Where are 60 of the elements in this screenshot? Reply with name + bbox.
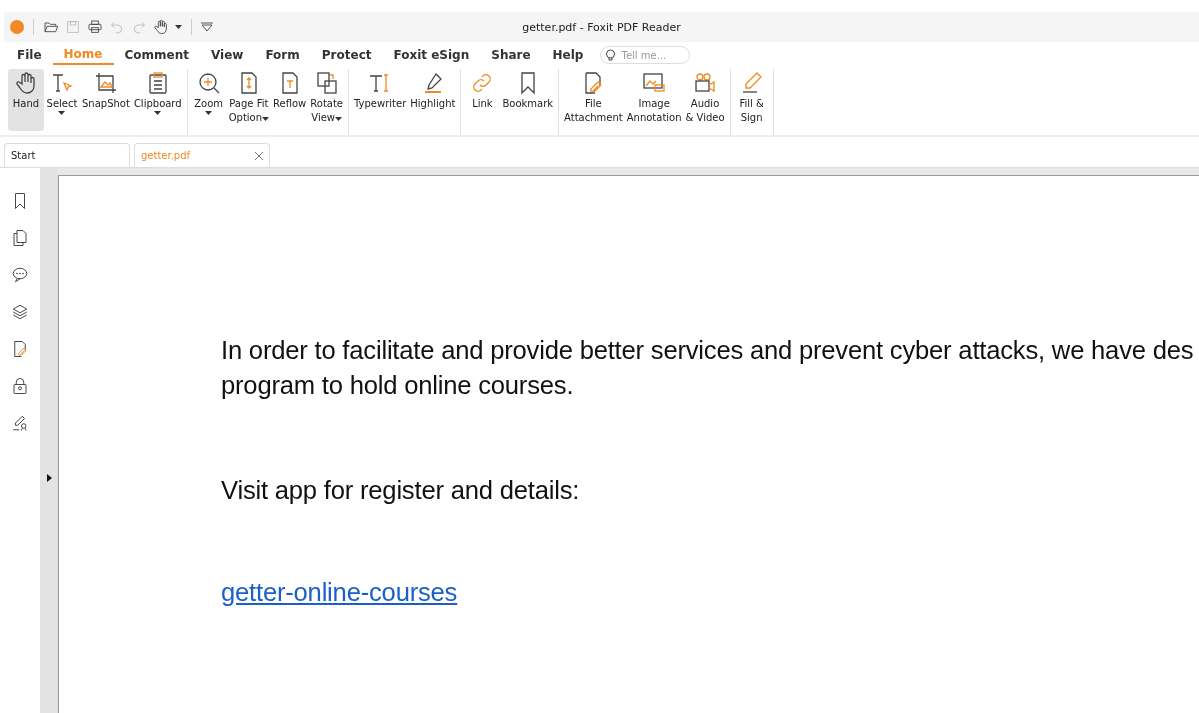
speech-bubble-icon (11, 266, 29, 284)
ribbon-button[interactable]: Highlight (408, 69, 458, 131)
rotate-icon (314, 71, 339, 95)
ribbon-button[interactable]: Image Annotation (624, 69, 684, 131)
paragraph-line: program to hold online courses. (221, 370, 575, 401)
menu-tab[interactable]: Help (541, 45, 595, 65)
ribbon-button[interactable]: Audio & Video (683, 69, 727, 131)
caret-icon (175, 25, 182, 29)
redo-icon (131, 19, 147, 35)
zoom-icon (196, 71, 221, 95)
close-icon[interactable] (255, 151, 263, 160)
menu-tab[interactable]: View (200, 45, 255, 65)
menu-tab[interactable]: Share (480, 45, 542, 65)
lightbulb-icon (605, 49, 617, 61)
ribbon-button[interactable]: Select (44, 69, 80, 131)
caret-icon (154, 111, 162, 115)
folder-icon (43, 19, 59, 35)
ribbon-button[interactable]: Bookmark (500, 69, 556, 131)
ribbon-button[interactable]: SnapShot (80, 69, 132, 131)
save-icon (65, 19, 81, 35)
snapshot-icon (93, 71, 118, 95)
expand-arrow-icon[interactable] (46, 474, 52, 482)
menu-tab[interactable]: Form (254, 45, 311, 65)
ribbon-button[interactable]: Link (464, 69, 501, 131)
ribbon-button[interactable]: Hand (8, 69, 44, 131)
ribbon-button[interactable]: Zoom (190, 69, 227, 131)
ribbon-button[interactable]: Reflow (271, 69, 309, 131)
menu-tab[interactable]: Comment (113, 45, 200, 65)
ribbon-button[interactable]: Rotate View (308, 69, 346, 131)
ribbon-button[interactable]: Clipboard (131, 69, 184, 131)
customize-icon[interactable] (201, 22, 213, 32)
text-cursor-icon (50, 71, 74, 95)
document-tab[interactable]: Start (4, 143, 130, 167)
caret-icon (205, 111, 213, 115)
caret-icon (335, 117, 342, 121)
menu-tab[interactable]: File (6, 45, 53, 65)
caret-icon (58, 111, 66, 115)
search-field[interactable]: Tell me... (600, 46, 691, 64)
ribbon-button[interactable]: Fill & Sign (733, 69, 770, 131)
caret-icon (262, 117, 270, 121)
hand-icon (153, 19, 169, 35)
pages-icon (11, 229, 29, 247)
window-title: getter.pdf - Foxit PDF Reader (522, 20, 681, 34)
paragraph-line: In order to facilitate and provide better services and prevent cyber attacks, we have des (221, 335, 1195, 366)
hand-icon (14, 71, 38, 95)
pen-seal-icon (11, 414, 29, 432)
undo-icon (109, 19, 125, 35)
file-clip-icon (11, 340, 29, 358)
ribbon-button[interactable]: Page Fit Option (226, 69, 272, 131)
ribbon-button[interactable]: File Attachment (562, 69, 625, 131)
paragraph-line: Visit app for register and details: (221, 475, 581, 506)
layers-icon (11, 303, 29, 321)
padlock-icon (11, 377, 29, 395)
course-link[interactable]: getter-online-courses (221, 578, 458, 606)
menu-tab[interactable]: Protect (310, 45, 383, 65)
image-comment-icon (642, 71, 667, 95)
video-camera-icon (693, 71, 718, 95)
print-icon (87, 19, 103, 35)
menu-tab[interactable]: Foxit eSign (382, 45, 481, 65)
ribbon-button[interactable]: Typewriter (352, 69, 409, 131)
